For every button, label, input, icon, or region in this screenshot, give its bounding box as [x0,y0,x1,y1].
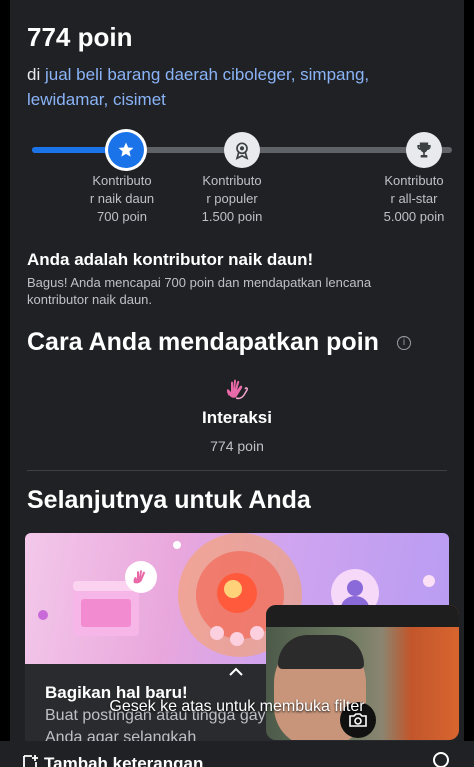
level-node-rising[interactable] [108,132,144,168]
info-icon[interactable]: i [397,336,411,350]
divider [27,470,447,471]
level-progress [32,130,452,170]
interaction-label: Interaksi [202,408,272,427]
points-total: 774 poin [27,22,133,52]
lens-icon[interactable] [433,752,449,767]
next-for-you-title: Selanjutnya untuk Anda [27,486,311,514]
badge-description: Bagus! Anda mencapai 700 poin dan mendap… [27,275,372,307]
level-label-popular: Kontributo r populer 1.500 poin [201,173,263,224]
how-to-earn-title: Cara Anda mendapatkan poin [27,328,379,356]
person-cap [278,635,364,669]
add-caption-icon[interactable] [22,754,38,767]
waving-hands-icon [226,379,248,400]
trophy-icon [417,142,431,158]
level-node-popular[interactable] [224,132,260,168]
level-label-rising: Kontributo r naik daun 700 poin [89,173,155,224]
interaction-points: 774 poin [210,438,264,454]
star-icon [118,142,134,157]
badge-title: Anda adalah kontributor naik daun! [27,250,314,269]
location-link[interactable]: jual beli barang daerah cibolеger, simpa… [27,65,369,109]
swipe-filter-hint: Gesek ke atas untuk membuka filter [109,698,365,715]
top-handles [10,0,464,2]
location-text: di jual beli barang daerah cibolеger, si… [27,62,447,112]
location-prefix: di [27,65,45,84]
medal-icon [235,142,249,160]
level-node-allstar[interactable] [406,132,442,168]
chevron-up-icon[interactable] [227,666,245,678]
level-label-allstar: Kontributo r all-star 5.000 poin [383,173,445,224]
add-caption-label[interactable]: Tambah keterangan [44,754,203,767]
